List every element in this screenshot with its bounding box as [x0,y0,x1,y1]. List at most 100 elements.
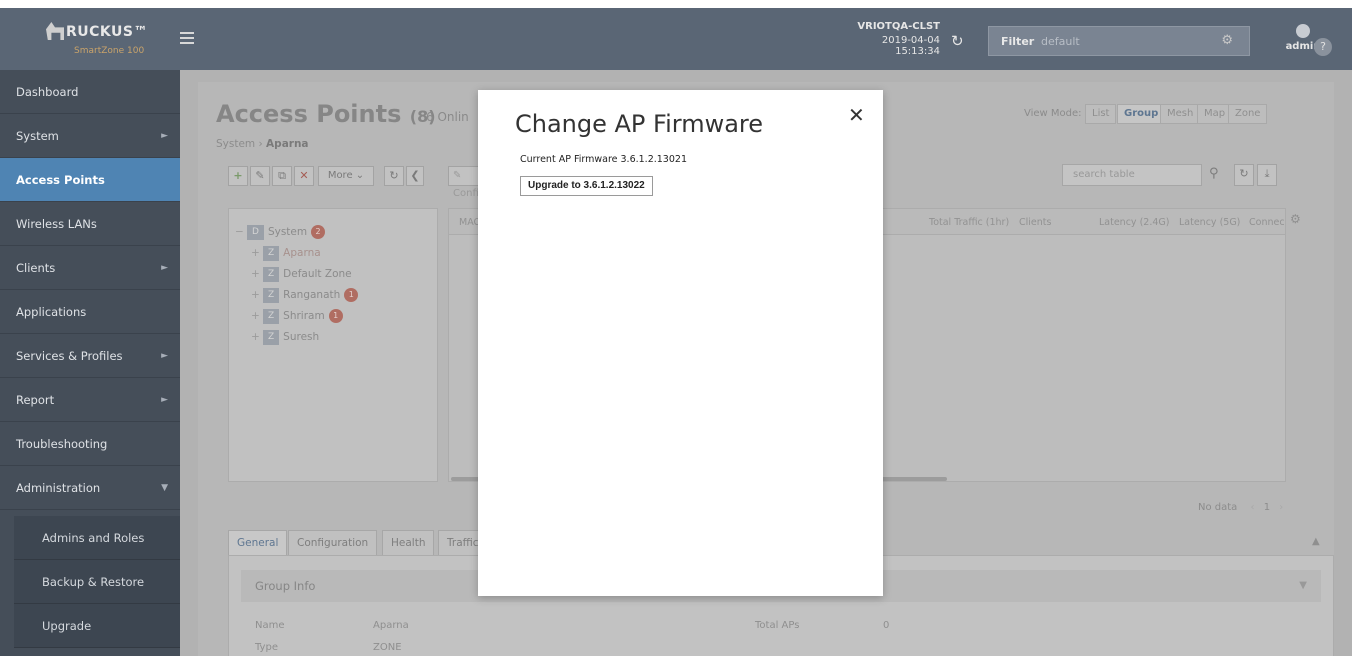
sidebar-subitem-backup-restore[interactable]: Backup & Restore [14,560,180,604]
page-number[interactable]: 1 [1264,502,1270,513]
sidebar-item-report[interactable]: Report ► [0,378,180,422]
edit-icon[interactable]: ✎ [250,166,270,186]
refresh-table-icon[interactable]: ↻ [1234,164,1254,186]
expand-icon[interactable]: + [251,328,263,346]
sidebar-subitem-admins-roles[interactable]: Admins and Roles [14,516,180,560]
clone-icon[interactable]: ⧉ [272,166,292,186]
zone-tag: Z [263,266,280,282]
expand-icon[interactable]: + [251,244,263,262]
next-page-icon[interactable]: › [1279,502,1283,513]
sidebar-item-label: System [16,129,59,143]
sidebar-item-wireless-lans[interactable]: Wireless LANs [0,202,180,246]
top-header: RUCKUS™ SmartZone 100 VRIOTQA-CLST 2019-… [0,8,1352,70]
upgrade-firmware-button[interactable]: Upgrade to 3.6.1.2.13022 [520,176,653,196]
download-icon[interactable]: ⤓ [1257,164,1277,186]
cluster-info: VRIOTQA-CLST 2019-04-04 15:13:34 [840,21,940,57]
alarm-badge: 2 [311,225,326,239]
prev-page-icon[interactable]: ‹ [1251,502,1255,513]
column-header[interactable]: Connec [1249,217,1285,228]
zone-tag: Z [263,287,280,303]
view-mode-map[interactable]: Map [1197,104,1233,124]
sidebar-item-services-profiles[interactable]: Services & Profiles ► [0,334,180,378]
expand-icon[interactable]: + [251,265,263,283]
tree-node-label: System [267,226,308,238]
more-button[interactable]: More ⌄ [318,166,374,186]
sidebar-item-system[interactable]: System ► [0,114,180,158]
hamburger-menu-icon[interactable] [180,32,194,44]
tab-health[interactable]: Health [382,530,435,556]
type-label: Type [255,642,278,653]
no-data-text: No data [1198,502,1238,513]
ruckus-dog-icon [46,22,64,40]
breadcrumb-root[interactable]: System [216,138,255,150]
sidebar-item-label: Access Points [16,173,105,187]
column-header[interactable]: Latency (5G) [1179,217,1240,228]
sidebar-item-label: Administration [16,481,101,495]
sidebar-item-troubleshooting[interactable]: Troubleshooting [0,422,180,466]
tree-node-shriram[interactable]: + Z Shriram 1 [251,307,343,325]
column-settings-gear-icon[interactable]: ⚙ [1290,212,1301,226]
tab-general[interactable]: General [228,530,288,556]
sidebar-item-label: Clients [16,261,56,275]
tree-node-ranganath[interactable]: + Z Ranganath 1 [251,286,359,304]
view-mode-label: View Mode: [1024,108,1082,119]
tree-node-label: Shriram [283,310,325,322]
product-name: SmartZone 100 [74,46,145,56]
sidebar-item-clients[interactable]: Clients ► [0,246,180,290]
expand-icon[interactable]: + [251,286,263,304]
help-icon[interactable]: ? [1314,38,1332,56]
column-header[interactable]: Latency (2.4G) [1099,217,1169,228]
tree-node-default-zone[interactable]: + Z Default Zone [251,265,352,283]
breadcrumb-current: Aparna [266,138,309,150]
add-icon[interactable]: + [228,166,248,186]
tree-node-label: Default Zone [283,268,352,280]
arrow-right-icon: ► [161,263,168,273]
column-header[interactable]: Total Traffic (1hr) [929,217,1009,228]
configure-label: Confi [453,188,479,199]
tree-node-system[interactable]: − D System 2 [235,223,326,241]
refresh-icon[interactable]: ↻ [951,32,964,50]
view-mode-list[interactable]: List [1085,104,1117,124]
sidebar-item-dashboard[interactable]: Dashboard [0,70,180,114]
user-avatar-icon [1296,24,1310,38]
page-title-text: Access Points [216,100,402,128]
chevron-down-icon[interactable]: ▼ [1299,570,1307,602]
filter-value: default [1041,35,1080,48]
breadcrumb: System › Aparna [216,138,309,150]
tree-node-label: Aparna [283,247,321,259]
zone-tag: Z [263,308,280,324]
online-count: 6 Onlin [426,110,469,124]
filter-box[interactable]: Filter default ⚙ [988,26,1250,56]
name-label: Name [255,620,285,631]
type-value: ZONE [373,642,402,653]
column-header[interactable]: Clients [1019,217,1051,228]
sidebar-item-label: Dashboard [16,85,79,99]
sidebar-item-label: Applications [16,305,87,319]
view-mode-zone[interactable]: Zone [1228,104,1268,124]
sidebar-item-access-points[interactable]: Access Points [0,158,180,202]
page-title: Access Points (8) [216,100,436,128]
expand-icon[interactable]: + [251,307,263,325]
collapse-tree-icon[interactable]: ❮ [406,166,424,186]
ruckus-logo[interactable]: RUCKUS™ SmartZone 100 [40,16,160,64]
collapse-icon[interactable]: − [235,223,247,241]
pencil-icon: ✎ [453,170,462,181]
zone-tree: − D System 2 + Z Aparna + Z Default Zone + Z Rang… [228,208,438,482]
tab-configuration[interactable]: Configuration [288,530,378,556]
arrow-right-icon: ► [161,351,168,361]
sidebar-subitem-upgrade[interactable]: Upgrade [14,604,180,648]
sidebar-item-applications[interactable]: Applications [0,290,180,334]
refresh-tree-icon[interactable]: ↻ [384,166,404,186]
view-mode-mesh[interactable]: Mesh [1160,104,1201,124]
search-icon[interactable]: ⚲ [1209,166,1219,181]
sidebar-item-administration[interactable]: Administration ▼ [0,466,180,510]
tree-node-aparna[interactable]: + Z Aparna [251,244,321,262]
view-mode-group[interactable]: Group [1117,104,1166,124]
collapse-panel-icon[interactable]: ▲ [1312,536,1320,547]
tree-node-suresh[interactable]: + Z Suresh [251,328,319,346]
delete-icon[interactable]: ✕ [294,166,314,186]
search-table-input[interactable]: search table [1062,164,1202,186]
close-icon[interactable]: ✕ [848,103,865,127]
filter-gear-icon[interactable]: ⚙ [1221,33,1233,48]
arrow-right-icon: ► [161,395,168,405]
